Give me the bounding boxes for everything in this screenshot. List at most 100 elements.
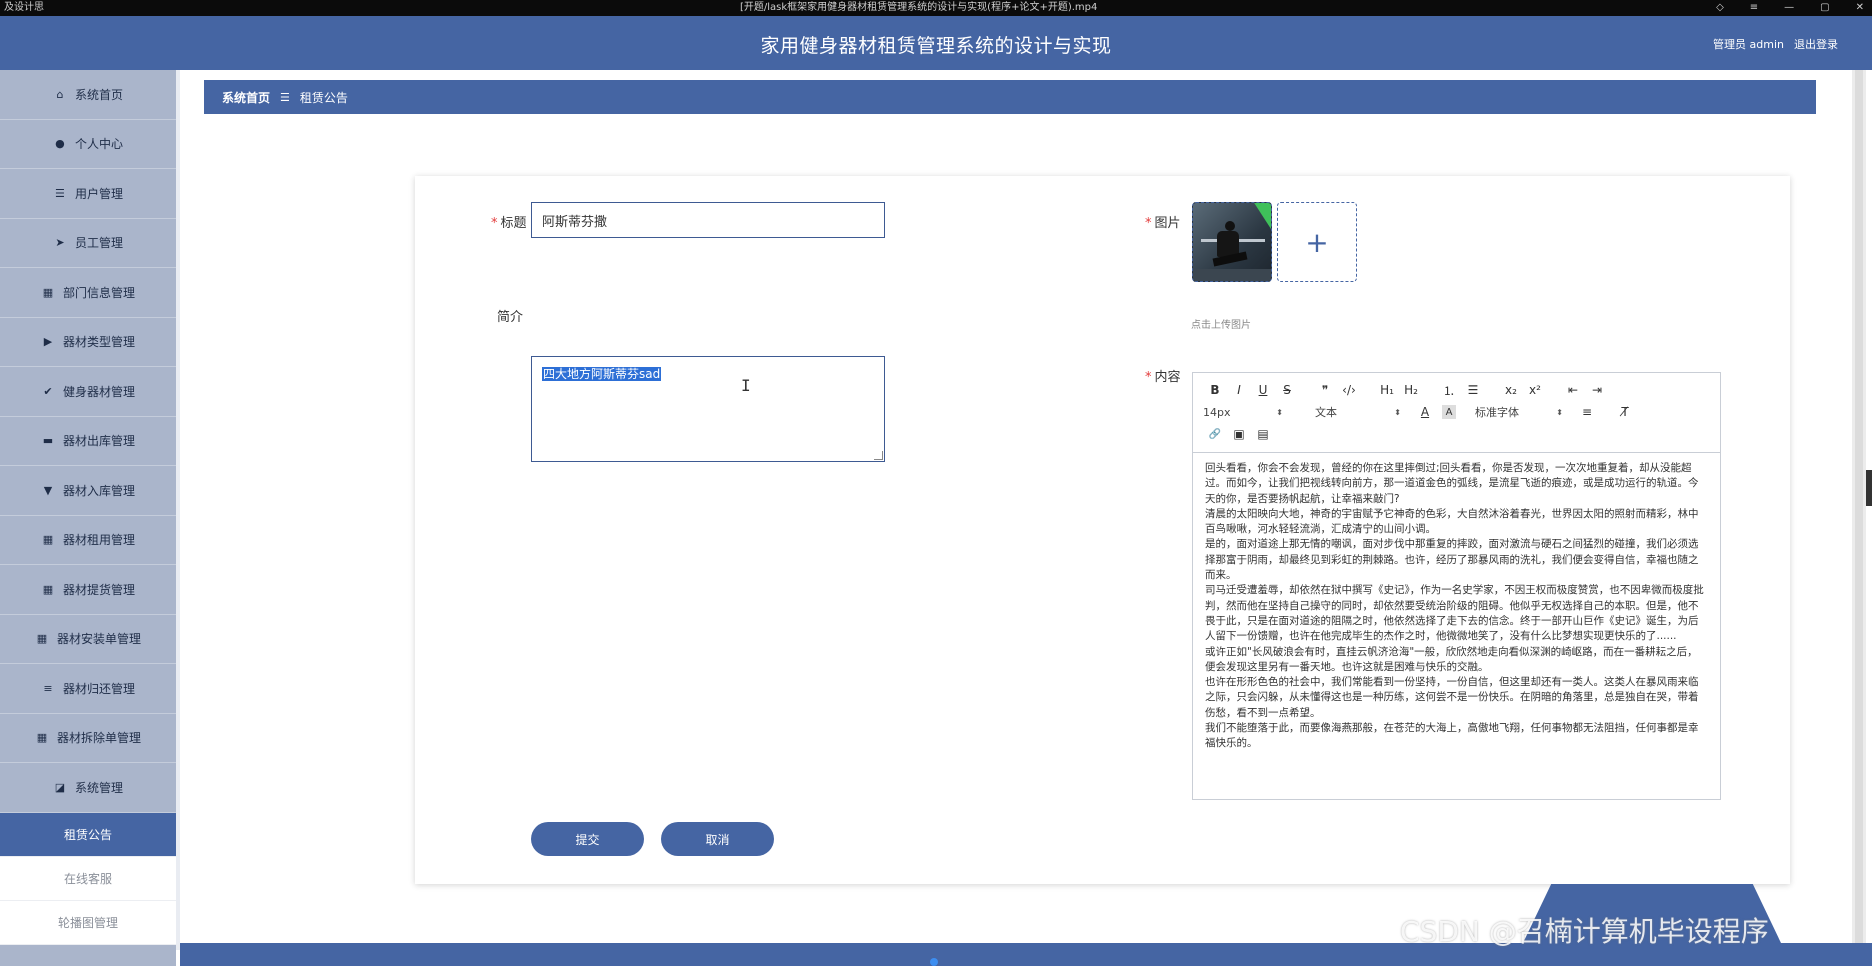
intro-label: 简介: [497, 306, 523, 325]
cancel-button[interactable]: 取消: [661, 822, 774, 856]
sidebar-subitem[interactable]: 轮播图管理: [0, 900, 176, 945]
bold-button[interactable]: B: [1203, 380, 1227, 400]
align-button[interactable]: ≡: [1575, 402, 1599, 422]
image-upload-button[interactable]: +: [1277, 202, 1357, 282]
page-scrollbar[interactable]: [1852, 70, 1866, 950]
editor-toolbar: B I U S ❞ ‹/› H₁ H₂ ⒈ ☰ x₂ x² ⇤ ⇥ 14px ⬍…: [1193, 373, 1720, 453]
link-icon[interactable]: 🔗: [1203, 424, 1227, 444]
sidebar-item-label: 部门信息管理: [62, 285, 135, 300]
plus-icon: +: [1305, 225, 1329, 259]
sidebar-item[interactable]: ▦ 器材提货管理: [0, 565, 176, 615]
user-icon: ●: [55, 137, 65, 151]
outdent-button[interactable]: ⇤: [1561, 380, 1585, 400]
watermark: CSDN @召楠计算机毕设程序: [1400, 915, 1769, 948]
code-button[interactable]: ‹/›: [1337, 380, 1361, 400]
content-label-text: 内容: [1154, 370, 1181, 385]
strike-button[interactable]: S: [1275, 380, 1299, 400]
title-input[interactable]: [531, 202, 885, 238]
site-title: 家用健身器材租赁管理系统的设计与实现: [760, 35, 1112, 57]
grid-icon: ▦: [42, 533, 54, 547]
title-label-text: 标题: [500, 216, 527, 231]
sidebar-item[interactable]: ▼ 器材入库管理: [0, 466, 176, 516]
content-paragraph: 也许在形形色色的社会中，我们常能看到一份坚持，一份自信，但这里却还有一类人。这类…: [1205, 676, 1699, 719]
sidebar-item-label: 个人中心: [74, 137, 123, 152]
list-icon: ☰: [55, 186, 65, 200]
underline-button[interactable]: U: [1251, 380, 1275, 400]
sliders-icon: ≡: [43, 681, 53, 695]
sidebar-item-label: 用户管理: [74, 186, 123, 201]
sidebar-item[interactable]: ▦ 器材拆除单管理: [0, 713, 176, 763]
text-type-select[interactable]: 文本 ⬍: [1315, 404, 1401, 420]
sidebar-item[interactable]: ● 个人中心: [0, 119, 176, 169]
home-icon: ⌂: [56, 87, 64, 101]
clipboard-icon: ✔: [43, 384, 53, 398]
subscript-button[interactable]: x₂: [1499, 380, 1523, 400]
sidebar-item[interactable]: ▶ 器材类型管理: [0, 317, 176, 367]
breadcrumb-current: 租赁公告: [299, 90, 348, 105]
editor-content[interactable]: 回头看看，你会不会发现，曾经的你在这里摔倒过;回头看看，你是否发现，一次次地重复…: [1193, 453, 1720, 760]
submit-button[interactable]: 提交: [531, 822, 644, 856]
h1-button[interactable]: H₁: [1375, 380, 1399, 400]
sidebar-item[interactable]: ▦ 器材安装单管理: [0, 614, 176, 664]
intro-textarea[interactable]: 四大地方阿斯蒂芬sad: [531, 356, 885, 462]
sidebar-item[interactable]: ➤ 员工管理: [0, 218, 176, 268]
sidebar-item-label: 器材归还管理: [62, 681, 135, 696]
content-paragraph: 我们不能堕落于此，而要像海燕那般，在苍茫的大海上，高傲地飞翔，任何事物都无法阻挡…: [1205, 722, 1699, 750]
progress-dot-icon: [930, 958, 938, 966]
uploaded-image-thumbnail[interactable]: [1192, 202, 1272, 282]
sidebar: ⌂ 系统首页 ● 个人中心 ☰ 用户管理 ➤ 员工管理 ▦ 部门信息管理 ▶ 器材类型管理 ✔ 健身器材管…: [0, 70, 176, 966]
background-color-button[interactable]: A: [1442, 405, 1456, 419]
sidebar-item[interactable]: ▦ 器材租用管理: [0, 515, 176, 565]
menu-icon[interactable]: ≡: [1750, 0, 1758, 16]
sidebar-item[interactable]: ▬ 器材出库管理: [0, 416, 176, 466]
h2-button[interactable]: H₂: [1399, 380, 1423, 400]
stamp-icon: ▼: [43, 483, 53, 497]
superscript-button[interactable]: x²: [1523, 380, 1547, 400]
sidebar-item[interactable]: ▦ 部门信息管理: [0, 268, 176, 318]
font-size-value: 14px: [1203, 405, 1231, 419]
ordered-list-button[interactable]: ⒈: [1437, 380, 1461, 400]
video-icon: ▶: [43, 335, 53, 349]
image-insert-icon[interactable]: ▣: [1227, 424, 1251, 444]
thumbnail-floor: [1193, 269, 1271, 281]
font-family-value: 标准字体: [1475, 406, 1519, 419]
sidebar-item[interactable]: ≡ 器材归还管理: [0, 664, 176, 714]
select-arrows-icon: ⬍: [1394, 407, 1401, 417]
indent-button[interactable]: ⇥: [1585, 380, 1609, 400]
scrollbar-thumb[interactable]: [1855, 70, 1863, 950]
maximize-icon[interactable]: ▢: [1820, 0, 1829, 16]
clear-format-button[interactable]: T̸: [1613, 402, 1637, 422]
content-paragraph: 回头看看，你会不会发现，曾经的你在这里摔倒过;回头看看，你是否发现，一次次地重复…: [1205, 462, 1699, 505]
quote-button[interactable]: ❞: [1313, 380, 1337, 400]
toolbar-row-2: 14px ⬍ 文本 ⬍ A A 标准字体 ⬍ ≡ T̸: [1203, 401, 1710, 423]
breadcrumb-home[interactable]: 系统首页: [222, 89, 270, 106]
window-left-text: 及设计思: [4, 2, 44, 13]
font-color-button[interactable]: A: [1413, 402, 1437, 422]
font-size-select[interactable]: 14px ⬍: [1203, 406, 1283, 419]
chart-icon: ◪: [54, 780, 66, 794]
sidebar-subitem[interactable]: 在线客服: [0, 856, 176, 901]
window-title-bar: 及设计思 [开题/lask框架家用健身器材租赁管理系统的设计与实现(程序+论文+…: [0, 0, 1872, 16]
minimize-icon[interactable]: —: [1784, 0, 1794, 16]
bullet-list-button[interactable]: ☰: [1461, 380, 1485, 400]
window-title: [开题/lask框架家用健身器材租赁管理系统的设计与实现(程序+论文+开题).m…: [740, 2, 1098, 13]
italic-button[interactable]: I: [1227, 380, 1251, 400]
grid-icon: ▦: [36, 632, 48, 646]
text-cursor-icon: I: [741, 376, 751, 395]
content-paragraph: 是的，面对道途上那无情的嘲讽，面对步伐中那重复的摔跤，面对激流与硬石之间猛烈的碰…: [1205, 538, 1699, 582]
intro-selected-text: 四大地方阿斯蒂芬sad: [542, 367, 662, 381]
sidebar-subitem[interactable]: 租赁公告: [0, 812, 176, 857]
close-icon[interactable]: ✕: [1856, 0, 1864, 16]
sidebar-item[interactable]: ☰ 用户管理: [0, 169, 176, 219]
font-family-select[interactable]: 标准字体 ⬍: [1475, 404, 1563, 420]
select-arrows-icon: ⬍: [1276, 407, 1283, 417]
sidebar-item[interactable]: ⌂ 系统首页: [0, 70, 176, 120]
video-insert-icon[interactable]: ▤: [1251, 424, 1275, 444]
logout-link[interactable]: 退出登录: [1794, 36, 1838, 52]
intro-label-text: 简介: [497, 310, 524, 325]
pin-icon[interactable]: ◇: [1716, 0, 1724, 16]
sidebar-item[interactable]: ✔ 健身器材管理: [0, 367, 176, 417]
resize-handle-icon[interactable]: [874, 451, 883, 460]
sidebar-item[interactable]: ◪ 系统管理: [0, 763, 176, 813]
grid-icon: ▦: [42, 285, 54, 299]
